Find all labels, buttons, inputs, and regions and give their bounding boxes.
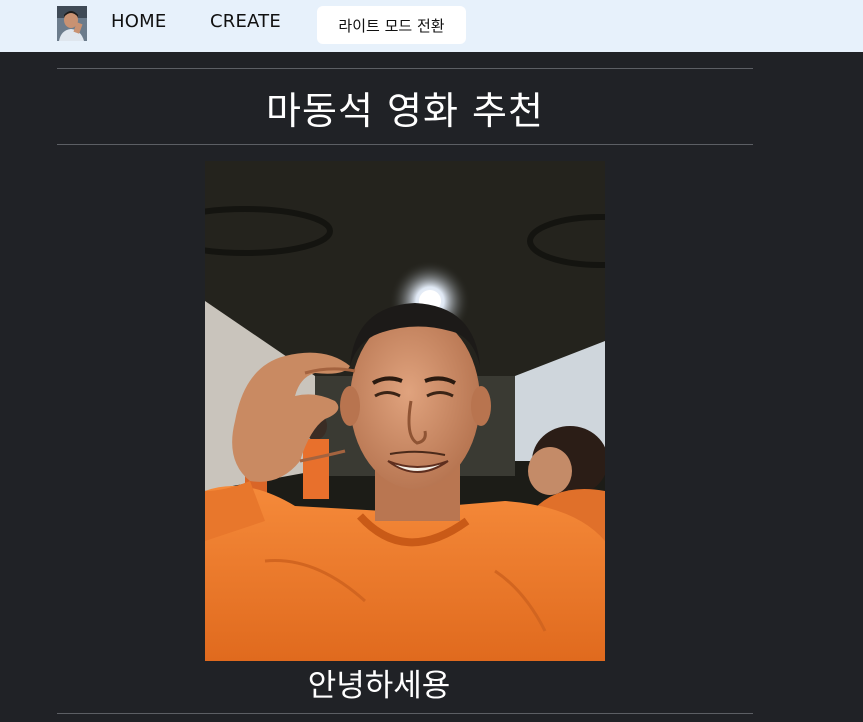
top-navbar: HOME CREATE 라이트 모드 전환	[0, 0, 863, 52]
divider	[57, 713, 753, 714]
nav-create-link[interactable]: CREATE	[210, 11, 281, 32]
divider	[57, 68, 753, 69]
selfie-photo-icon	[205, 161, 605, 661]
light-mode-toggle-button[interactable]: 라이트 모드 전환	[317, 6, 466, 44]
page-title: 마동석 영화 추천	[266, 89, 544, 133]
movie-star-photo	[205, 161, 605, 661]
photo-caption: 안녕하세용	[307, 668, 451, 704]
divider	[57, 144, 753, 145]
avatar-photo-icon	[57, 6, 87, 41]
nav-home-link[interactable]: HOME	[111, 11, 166, 32]
avatar[interactable]	[57, 6, 87, 41]
